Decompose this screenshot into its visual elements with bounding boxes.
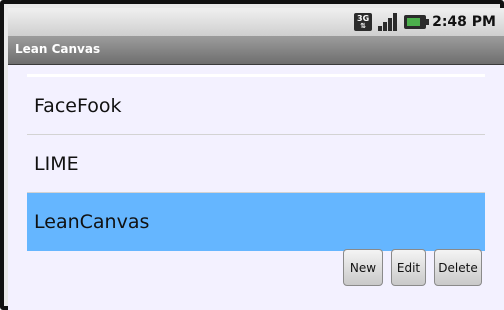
screen: 3G ⇅ 2:48 PM Lean Canvas FaceFook LIME L… <box>8 8 504 310</box>
list-item[interactable]: LIME <box>27 135 485 193</box>
list-item-label: LIME <box>34 152 79 175</box>
clock: 2:48 PM <box>432 14 496 30</box>
clock-time: 2:48 <box>432 14 467 30</box>
canvas-list: FaceFook LIME LeanCanvas <box>27 74 485 251</box>
network-3g-icon: 3G ⇅ <box>354 13 373 31</box>
list-item-label: LeanCanvas <box>34 211 150 233</box>
list-item[interactable]: FaceFook <box>27 77 485 135</box>
new-button[interactable]: New <box>343 249 383 286</box>
app-title: Lean Canvas <box>15 42 101 56</box>
edit-button[interactable]: Edit <box>391 249 426 286</box>
battery-charging-icon <box>404 15 430 29</box>
delete-button[interactable]: Delete <box>434 249 482 286</box>
device-frame: 3G ⇅ 2:48 PM Lean Canvas FaceFook LIME L… <box>0 0 504 310</box>
clock-suffix: PM <box>471 14 496 30</box>
list-item-label: FaceFook <box>34 94 122 117</box>
data-arrows-icon: ⇅ <box>360 21 367 30</box>
action-buttons: New Edit Delete <box>343 249 482 286</box>
list-item-selected[interactable]: LeanCanvas <box>27 193 485 251</box>
title-bar: Lean Canvas <box>8 37 504 65</box>
signal-strength-icon <box>378 13 398 31</box>
status-bar: 3G ⇅ 2:48 PM <box>8 8 504 37</box>
status-icons: 3G ⇅ 2:48 PM <box>354 12 496 32</box>
